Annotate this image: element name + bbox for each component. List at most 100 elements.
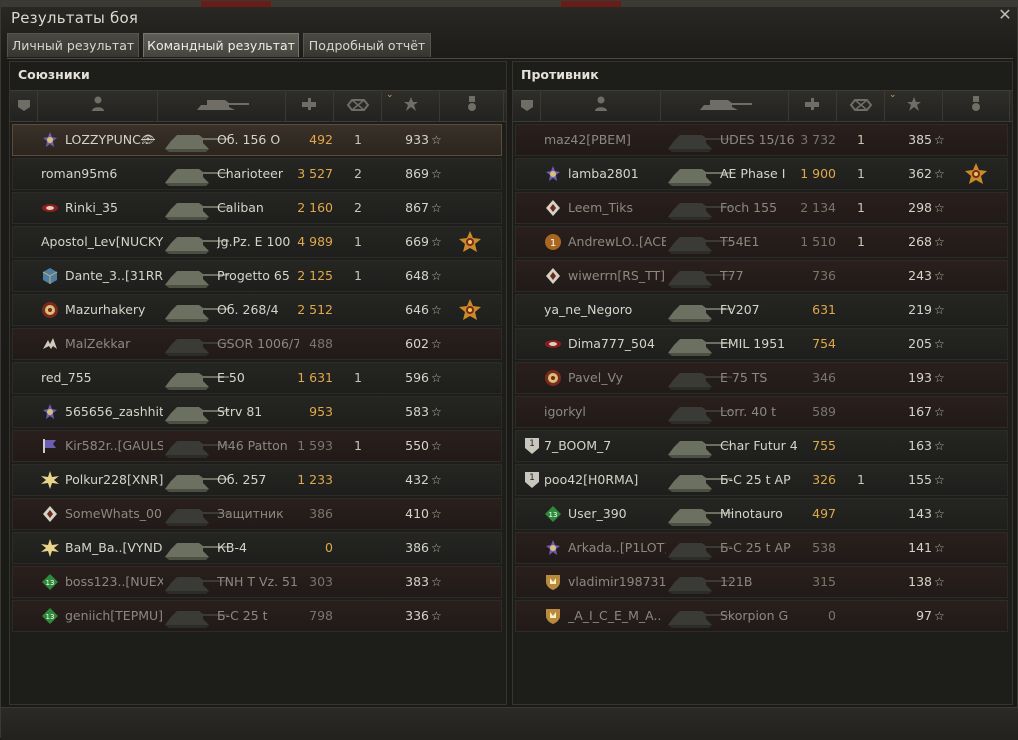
xp-value: 410 <box>405 506 429 521</box>
allies-player-row[interactable]: LOZZYPUNC.. 👁 Об. 156 О 492 1 933 ☆ <box>12 124 502 156</box>
tank-name: UDES 15/16 <box>720 132 795 147</box>
kills-value <box>846 329 876 359</box>
cube-badge-icon <box>41 267 59 285</box>
tab-personal-result[interactable]: Личный результат <box>7 33 139 57</box>
order-medal-icon[interactable] <box>459 231 481 253</box>
player-name: poo42[H0RMA] <box>544 472 639 487</box>
enemies-header-tank-column[interactable] <box>661 91 789 121</box>
player-name: wiwerrn[RS_TT] <box>568 268 666 283</box>
allies-player-row[interactable]: 13 geniich[TEPMU] Б-С 25 t 798 336 ☆ <box>12 600 502 632</box>
xp-star-icon: ☆ <box>934 235 945 249</box>
enemies-player-row[interactable]: 1 AndrewLO..[ACE] T54E1 1 510 1 268 ☆ <box>515 226 1008 258</box>
xp-star-icon: ☆ <box>934 269 945 283</box>
damage-value: 589 <box>812 404 836 419</box>
enemies-player-row[interactable]: Pavel_Vy E 75 TS 346 193 ☆ <box>515 362 1008 394</box>
xp-value: 193 <box>908 370 932 385</box>
allies-player-row[interactable]: Mazurhakery Об. 268/4 2 512 646 ☆ <box>12 294 502 326</box>
damage-value: 2 512 <box>297 302 333 317</box>
enemies-table-header: ⌄ <box>513 90 1012 122</box>
close-icon[interactable]: ✕ <box>997 7 1013 23</box>
xp-star-icon: ☆ <box>934 575 945 589</box>
xp-value: 383 <box>405 574 429 589</box>
enemies-player-row[interactable]: Leem_Tiks Foch 155 2 134 1 298 ☆ <box>515 192 1008 224</box>
enemies-header-kills-column[interactable] <box>837 91 885 121</box>
enemies-player-row[interactable]: 1 poo42[H0RMA] Б-С 25 t АР 326 1 155 ☆ <box>515 464 1008 496</box>
kills-value <box>343 601 373 631</box>
tank-name: Caliban <box>217 200 264 215</box>
allies-header-damage-column[interactable] <box>286 91 334 121</box>
allies-header-xp-star-column[interactable]: ⌄ <box>382 90 440 121</box>
damage-value: 2 134 <box>800 200 836 215</box>
kills-value: 1 <box>354 370 362 385</box>
xp-value: 869 <box>405 166 429 181</box>
allies-player-row[interactable]: Apostol_Lev[NUCKY] Jg.Pz. E 100 4 989 1 669 ☆ <box>12 226 502 258</box>
tank-name: Об. 156 О <box>217 132 281 147</box>
enemies-header-medal-column[interactable] <box>943 91 1010 121</box>
xp-value: 933 <box>405 132 429 147</box>
diamond-badge-icon <box>41 505 59 523</box>
tank-name: Skorpion G <box>720 608 789 623</box>
kills-value <box>343 329 373 359</box>
svg-text:13: 13 <box>46 613 55 621</box>
enemies-header-player-column[interactable] <box>541 91 661 121</box>
clan-badge-icon <box>41 403 59 421</box>
allies-header-tank-column[interactable] <box>158 91 286 121</box>
enemies-player-row[interactable]: 13 User_390 Minotauro 497 143 ☆ <box>515 498 1008 530</box>
player-name: roman95m6 <box>41 166 118 181</box>
xp-value: 336 <box>405 608 429 623</box>
allies-player-row[interactable]: Rinki_35 Caliban 2 160 2 867 ☆ <box>12 192 502 224</box>
enemies-player-row[interactable]: 1 7_BOOM_7 Char Futur 4 755 163 ☆ <box>515 430 1008 462</box>
order-medal-icon[interactable] <box>459 299 481 321</box>
xp-star-icon: ☆ <box>934 167 945 181</box>
xp-star-icon: ☆ <box>934 507 945 521</box>
enemies-header-squad-column[interactable] <box>513 91 541 121</box>
enemies-player-row[interactable]: ya_ne_Negoro FV207 631 219 ☆ <box>515 294 1008 326</box>
enemies-player-row[interactable]: igorkyl Lorr. 40 t 589 167 ☆ <box>515 396 1008 428</box>
xp-value: 432 <box>405 472 429 487</box>
enemies-header-damage-column[interactable] <box>789 91 837 121</box>
allies-player-row[interactable]: roman95m6 Charioteer 3 527 2 869 ☆ <box>12 158 502 190</box>
enemies-player-row[interactable]: Arkada..[P1LOT] Б-С 25 t АР 538 141 ☆ <box>515 532 1008 564</box>
enemies-player-row[interactable]: lamba2801 AE Phase I 1 900 1 362 ☆ <box>515 158 1008 190</box>
chat-off-icon[interactable]: 👁 <box>141 125 157 155</box>
player-name: Pavel_Vy <box>568 370 624 385</box>
damage-value: 4 989 <box>297 234 333 249</box>
allies-player-row[interactable]: Kir582r..[GAULS] M46 Patton 1 593 1 550 ☆ <box>12 430 502 462</box>
allies-player-row[interactable]: BaM_Ba..[VYND] КВ-4 0 386 ☆ <box>12 532 502 564</box>
svg-text:1: 1 <box>550 238 556 249</box>
allies-player-row[interactable]: 13 boss123..[NUEX] TNH T Vz. 51 303 383 ☆ <box>12 566 502 598</box>
enemies-player-row[interactable]: Dima777_504 EMIL 1951 754 205 ☆ <box>515 328 1008 360</box>
allies-player-row[interactable]: MalZekkar GSOR 1006/7 488 602 ☆ <box>12 328 502 360</box>
target-badge-icon <box>41 301 59 319</box>
allies-header-player-column[interactable] <box>38 91 158 121</box>
allies-header-medal-column[interactable] <box>440 91 504 121</box>
enemies-player-row[interactable]: wiwerrn[RS_TT] T77 736 243 ☆ <box>515 260 1008 292</box>
enemies-player-row[interactable]: vladimir198731.. 121B 315 138 ☆ <box>515 566 1008 598</box>
tab-team-result[interactable]: Командный результат <box>143 33 299 57</box>
allies-player-row[interactable]: Polkur228[XNR] Об. 257 1 233 432 ☆ <box>12 464 502 496</box>
order-medal-icon[interactable] <box>965 163 987 185</box>
kills-value: 1 <box>857 166 865 181</box>
allies-player-row[interactable]: red_755 E 50 1 631 1 596 ☆ <box>12 362 502 394</box>
allies-player-row[interactable]: SomeWhats_00.. Защитник 386 410 ☆ <box>12 498 502 530</box>
enemies-player-row[interactable]: _A_I_C_E_M_A.. Skorpion G 0 97 ☆ <box>515 600 1008 632</box>
tab-detailed-report[interactable]: Подробный отчёт <box>303 33 431 57</box>
allies-player-row[interactable]: Dante_3..[31RR] Progetto 65 2 125 1 648 ☆ <box>12 260 502 292</box>
target-badge-icon <box>544 369 562 387</box>
allies-header-squad-column[interactable] <box>10 91 38 121</box>
window-title: Результаты боя <box>11 9 139 27</box>
kills-value: 1 <box>354 132 362 147</box>
damage-icon <box>300 96 320 116</box>
flag-badge-icon <box>41 437 59 455</box>
enemies-header-xp-star-column[interactable]: ⌄ <box>885 90 943 121</box>
green-badge-icon: 13 <box>41 573 59 591</box>
player-name: maz42[PBEM] <box>544 132 631 147</box>
enemies-player-row[interactable]: maz42[PBEM] UDES 15/16 3 732 1 385 ☆ <box>515 124 1008 156</box>
allies-header-kills-column[interactable] <box>334 91 382 121</box>
tank-name: Защитник <box>217 506 284 521</box>
xp-star-icon: ☆ <box>431 541 442 555</box>
tank-name: FV207 <box>720 302 760 317</box>
allies-player-row[interactable]: 565656_zashhit.. Strv 81 953 583 ☆ <box>12 396 502 428</box>
tank-name: M46 Patton <box>217 438 288 453</box>
damage-value: 1 593 <box>297 438 333 453</box>
